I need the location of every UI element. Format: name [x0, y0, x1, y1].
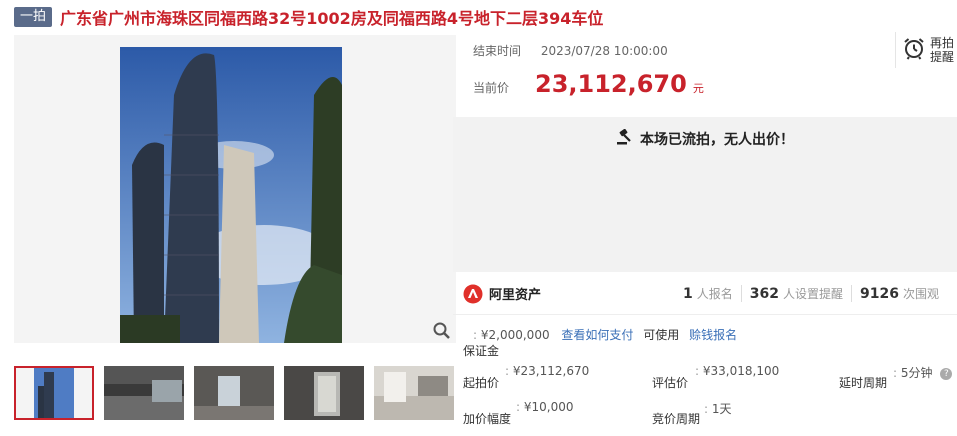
gavel-icon [616, 128, 640, 149]
deposit-row: : ¥2,000,000 查看如何支付 可使用 赊钱报名 [473, 326, 737, 343]
thumbnail-1[interactable] [14, 366, 94, 420]
delay-label: 延时周期 [839, 376, 888, 390]
delay-colon: : [893, 366, 898, 380]
stat-registered-num: 1 [683, 286, 693, 302]
stat-reminders-num: 362 [749, 286, 779, 302]
thumbnail-3[interactable] [194, 366, 274, 420]
credit-signup-link[interactable]: 赊钱报名 [689, 328, 737, 342]
assess-colon: : [695, 364, 700, 378]
reauction-remind-button[interactable]: 再拍提醒 [895, 32, 956, 68]
ali-assets-logo[interactable]: 阿里资产 [463, 284, 541, 304]
how-to-pay-link[interactable]: 查看如何支付 [561, 328, 633, 342]
stat-reminders: 362 人设置提醒 [740, 285, 851, 302]
stats-group: 1 人报名 362 人设置提醒 9126 次围观 [675, 285, 947, 302]
alarm-clock-icon [902, 36, 926, 64]
org-name: 阿里资产 [489, 288, 542, 303]
end-time-row: 结束时间 2023/07/28 10:00:00 [473, 42, 668, 59]
main-photo[interactable] [14, 35, 456, 343]
delay-value: 5分钟 [900, 366, 933, 380]
end-time-value: 2023/07/28 10:00:00 [540, 44, 668, 58]
property-title: 广东省广州市海珠区同福西路32号1002房及同福西路4号地下二层394车位 [60, 9, 604, 28]
stat-views-label: 次围观 [902, 287, 939, 301]
delay-value-row: : 5分钟 ? [893, 364, 953, 381]
thumbnail-5[interactable] [374, 366, 454, 420]
thumbnail-strip [14, 366, 464, 420]
increment-value-row: : ¥10,000 [516, 400, 574, 414]
current-price-value: 23,112,670 [535, 70, 687, 98]
current-price-row: 当前价 23,112,670 元 [473, 70, 704, 98]
end-time-label: 结束时间 [473, 44, 522, 58]
auction-status-panel: 本场已流拍，无人出价！ [453, 117, 957, 272]
assess-value-row: : ¥33,018,100 [695, 364, 779, 378]
thumbnail-4[interactable] [284, 366, 364, 420]
remind-label: 再拍提醒 [930, 36, 955, 64]
stat-reminders-label: 人设置提醒 [783, 287, 844, 301]
start-price-colon: : [505, 364, 510, 378]
title-bar: 一拍 广东省广州市海珠区同福西路32号1002房及同福西路4号地下二层394车位 [14, 6, 603, 28]
deposit-label: 保证金 [463, 344, 500, 358]
deposit-colon: : [473, 328, 478, 342]
start-price-label: 起拍价 [463, 376, 500, 390]
start-price-value-row: : ¥23,112,670 [505, 364, 589, 378]
cycle-value: 1天 [711, 402, 732, 416]
increment-value: ¥10,000 [523, 400, 574, 414]
auction-round-badge: 一拍 [14, 7, 53, 27]
stat-views-num: 9126 [860, 286, 899, 302]
increment-colon: : [516, 400, 521, 414]
usable-text: 可使用 [643, 328, 680, 342]
cycle-value-row: : 1天 [704, 400, 732, 417]
start-price-value: ¥23,112,670 [512, 364, 590, 378]
help-icon[interactable]: ? [940, 367, 953, 380]
thumbnail-2[interactable] [104, 366, 184, 420]
assess-label: 评估价 [652, 376, 689, 390]
building-photo [14, 35, 456, 343]
cycle-label: 竞价周期 [652, 412, 701, 426]
current-price-label: 当前价 [473, 81, 510, 95]
magnifier-icon[interactable] [432, 321, 452, 341]
increment-label: 加价幅度 [463, 412, 512, 426]
cycle-colon: : [704, 402, 709, 416]
stat-registered-label: 人报名 [696, 287, 733, 301]
status-text: 本场已流拍，无人出价！ [640, 132, 794, 148]
assess-value: ¥33,018,100 [702, 364, 780, 378]
stat-views: 9126 次围观 [851, 285, 947, 302]
deposit-value: ¥2,000,000 [480, 328, 550, 342]
price-unit: 元 [692, 82, 704, 95]
status-message: 本场已流拍，无人出价！ [453, 128, 957, 149]
organization-bar: 阿里资产 1 人报名 362 人设置提醒 9126 次围观 [453, 273, 957, 315]
stat-registered: 1 人报名 [675, 285, 741, 302]
